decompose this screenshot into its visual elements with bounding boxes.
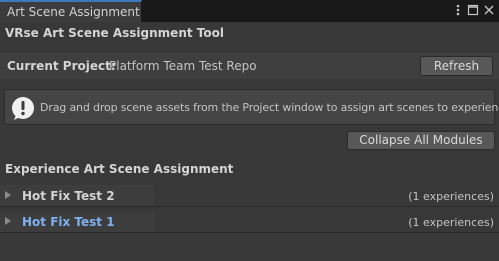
maximize-icon[interactable] [467,3,479,17]
refresh-button[interactable]: Refresh [420,56,493,76]
module-row-hot-fix-test-1[interactable]: Hot Fix Test 1 (1 experiences) [0,211,499,233]
tab-art-scene-assignment[interactable]: Art Scene Assignment [0,0,142,22]
module-name: Hot Fix Test 2 [22,189,115,203]
expand-arrow-icon[interactable] [5,217,11,225]
more-vertical-icon[interactable] [452,3,464,17]
close-icon[interactable] [483,3,495,17]
info-icon [10,95,36,121]
experience-count: (1 experiences) [408,216,494,229]
module-name: Hot Fix Test 1 [22,215,115,229]
help-box: Drag and drop scene assets from the Proj… [4,89,499,125]
expand-arrow-icon[interactable] [5,191,11,199]
experience-count: (1 experiences) [408,190,494,203]
module-row-hot-fix-test-2[interactable]: Hot Fix Test 2 (1 experiences) [0,185,499,207]
tool-title: VRse Art Scene Assignment Tool [5,26,224,40]
help-text: Drag and drop scene assets from the Proj… [40,101,499,114]
current-project-label: Current Project: [7,59,116,73]
section-title: Experience Art Scene Assignment [5,162,234,176]
current-project-row: Current Project: Platform Team Test Repo… [0,53,499,79]
current-project-value: Platform Team Test Repo [109,59,257,73]
window-tab-bar: Art Scene Assignment [0,0,499,22]
collapse-all-modules-button[interactable]: Collapse All Modules [347,131,495,150]
tab-label: Art Scene Assignment [7,5,140,19]
